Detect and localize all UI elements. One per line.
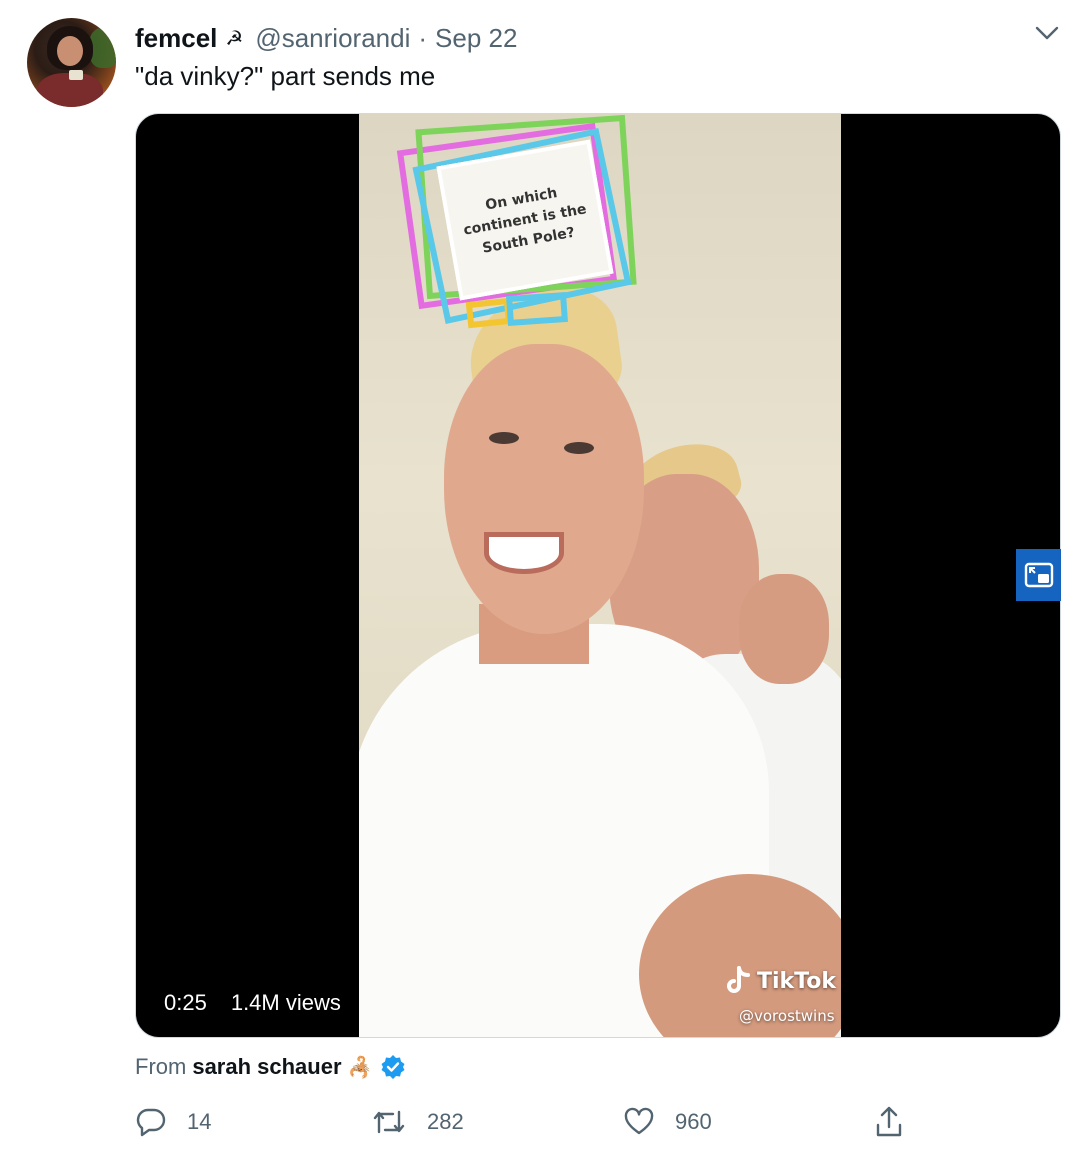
quiz-frame [506, 291, 568, 327]
from-label: From [135, 1054, 187, 1079]
avatar[interactable] [27, 18, 116, 107]
retweet-icon [373, 1110, 405, 1134]
scorpion-emoji: 🦂 [347, 1056, 373, 1079]
person-two-hand [739, 574, 829, 684]
avatar-plant [89, 28, 116, 68]
video-player[interactable]: On which continent is the South Pole? Ti… [135, 113, 1061, 1038]
avatar-cup [69, 70, 83, 80]
video-duration: 0:25 [164, 990, 207, 1015]
reply-icon [136, 1108, 166, 1137]
person-one-eye-left [489, 432, 519, 444]
source-account-name[interactable]: sarah schauer [192, 1054, 341, 1080]
video-source: From sarah schauer 🦂 [135, 1054, 406, 1080]
like-button[interactable]: 960 [623, 1100, 712, 1144]
tiktok-handle: @vorostwins [739, 1007, 835, 1025]
video-info-overlay: 0:25 1.4M views [164, 990, 341, 1016]
person-one-eye-right [564, 442, 594, 454]
tweet-actions: 14 282 960 [135, 1100, 935, 1144]
chevron-down-icon[interactable] [1034, 22, 1060, 44]
tweet-date[interactable]: Sep 22 [435, 23, 517, 54]
reply-button[interactable]: 14 [135, 1100, 211, 1144]
separator-dot: · [418, 22, 428, 53]
avatar-face [57, 36, 83, 66]
share-button[interactable] [873, 1100, 905, 1144]
retweet-count: 282 [427, 1109, 464, 1134]
video-views: 1.4M views [230, 990, 341, 1015]
quiz-question: On which continent is the South Pole? [436, 139, 614, 301]
tiktok-icon [727, 966, 750, 993]
author-emoji: ☭ [225, 27, 244, 50]
heart-icon [624, 1107, 654, 1135]
verified-badge-icon [381, 1055, 405, 1079]
tweet[interactable]: femcel ☭ @sanriorandi · Sep 22 "da vinky… [0, 0, 1088, 1155]
reply-count: 14 [187, 1109, 212, 1134]
tweet-text: "da vinky?" part sends me [135, 61, 436, 91]
tiktok-brand: TikTok [757, 968, 837, 994]
video-frame[interactable]: On which continent is the South Pole? Ti… [359, 114, 841, 1037]
quiz-filter: On which continent is the South Pole? [396, 114, 637, 332]
person-one-head [444, 344, 644, 634]
tweet-header: femcel ☭ @sanriorandi · Sep 22 [135, 22, 517, 54]
retweet-button[interactable]: 282 [371, 1100, 464, 1144]
person-one-mouth [484, 532, 564, 574]
quiz-frame [465, 297, 513, 329]
author-name[interactable]: femcel [135, 23, 217, 54]
picture-in-picture-icon[interactable] [1016, 549, 1061, 601]
tiktok-watermark: TikTok [725, 966, 836, 996]
share-icon [876, 1106, 902, 1137]
author-handle[interactable]: @sanriorandi [255, 23, 410, 54]
like-count: 960 [675, 1109, 712, 1134]
